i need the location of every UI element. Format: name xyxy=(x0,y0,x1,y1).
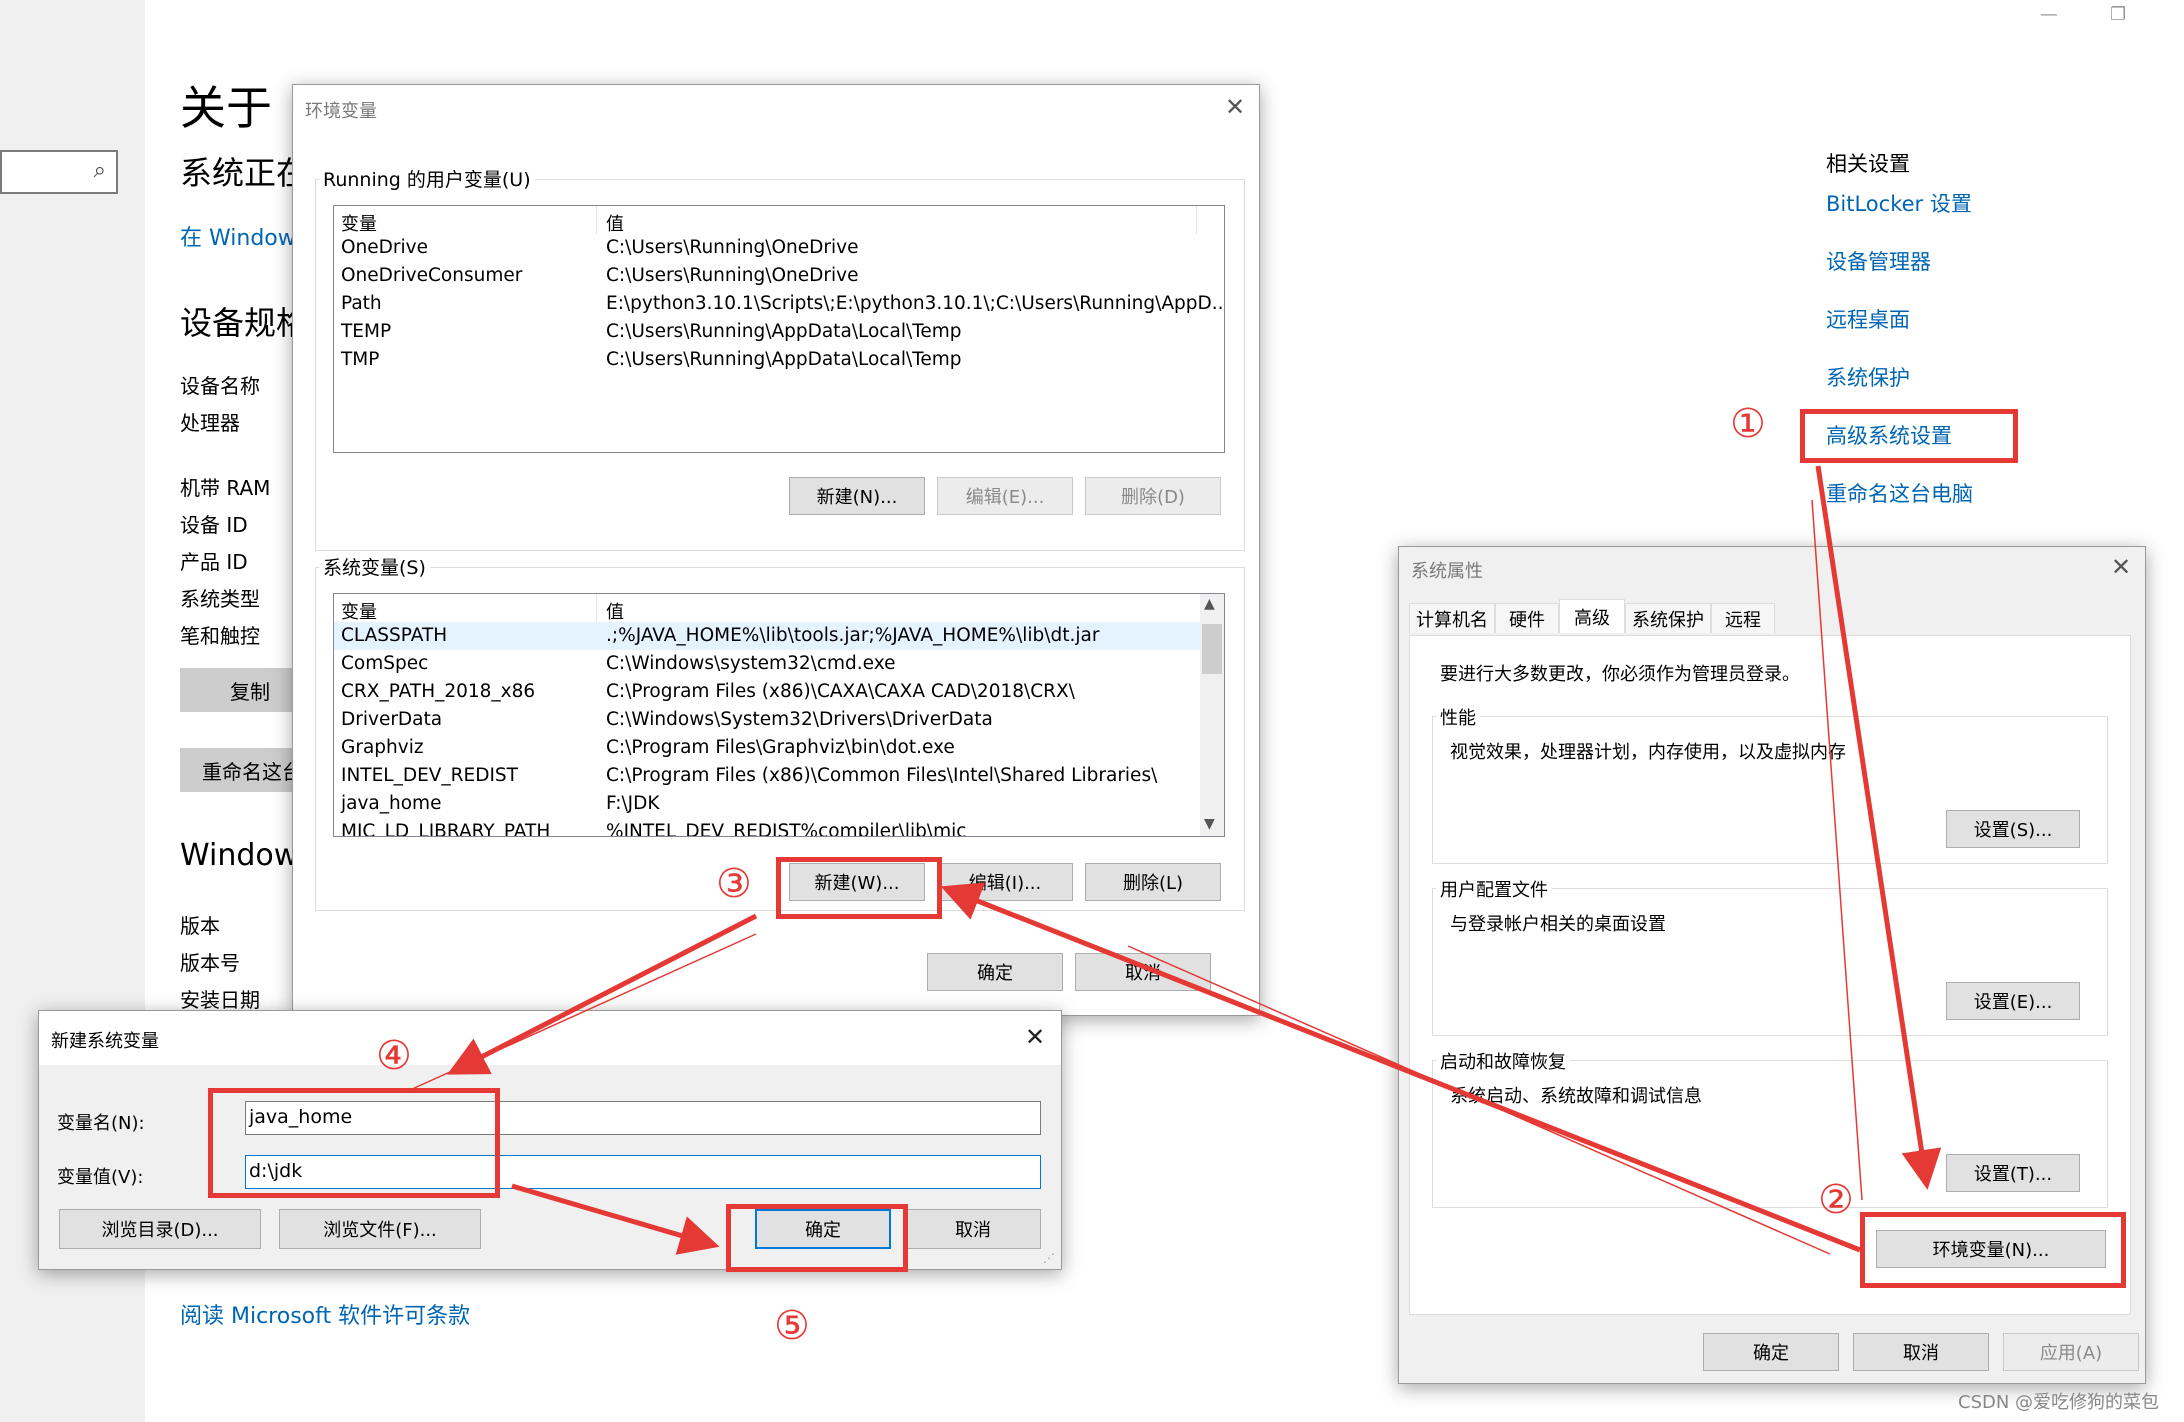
arrow-step4-to-step5 xyxy=(511,1183,720,1255)
thin-connector xyxy=(409,933,757,1091)
arrow-step2-to-step3 xyxy=(940,882,1861,1253)
arrow-step1-to-step2 xyxy=(1815,465,1942,1190)
thin-connector xyxy=(1127,945,1831,1255)
arrow-step3-to-step4 xyxy=(447,913,758,1075)
watermark: CSDN @爱吃修狗的菜包 xyxy=(1958,1392,2160,1413)
annotation-arrows xyxy=(409,465,1942,1255)
